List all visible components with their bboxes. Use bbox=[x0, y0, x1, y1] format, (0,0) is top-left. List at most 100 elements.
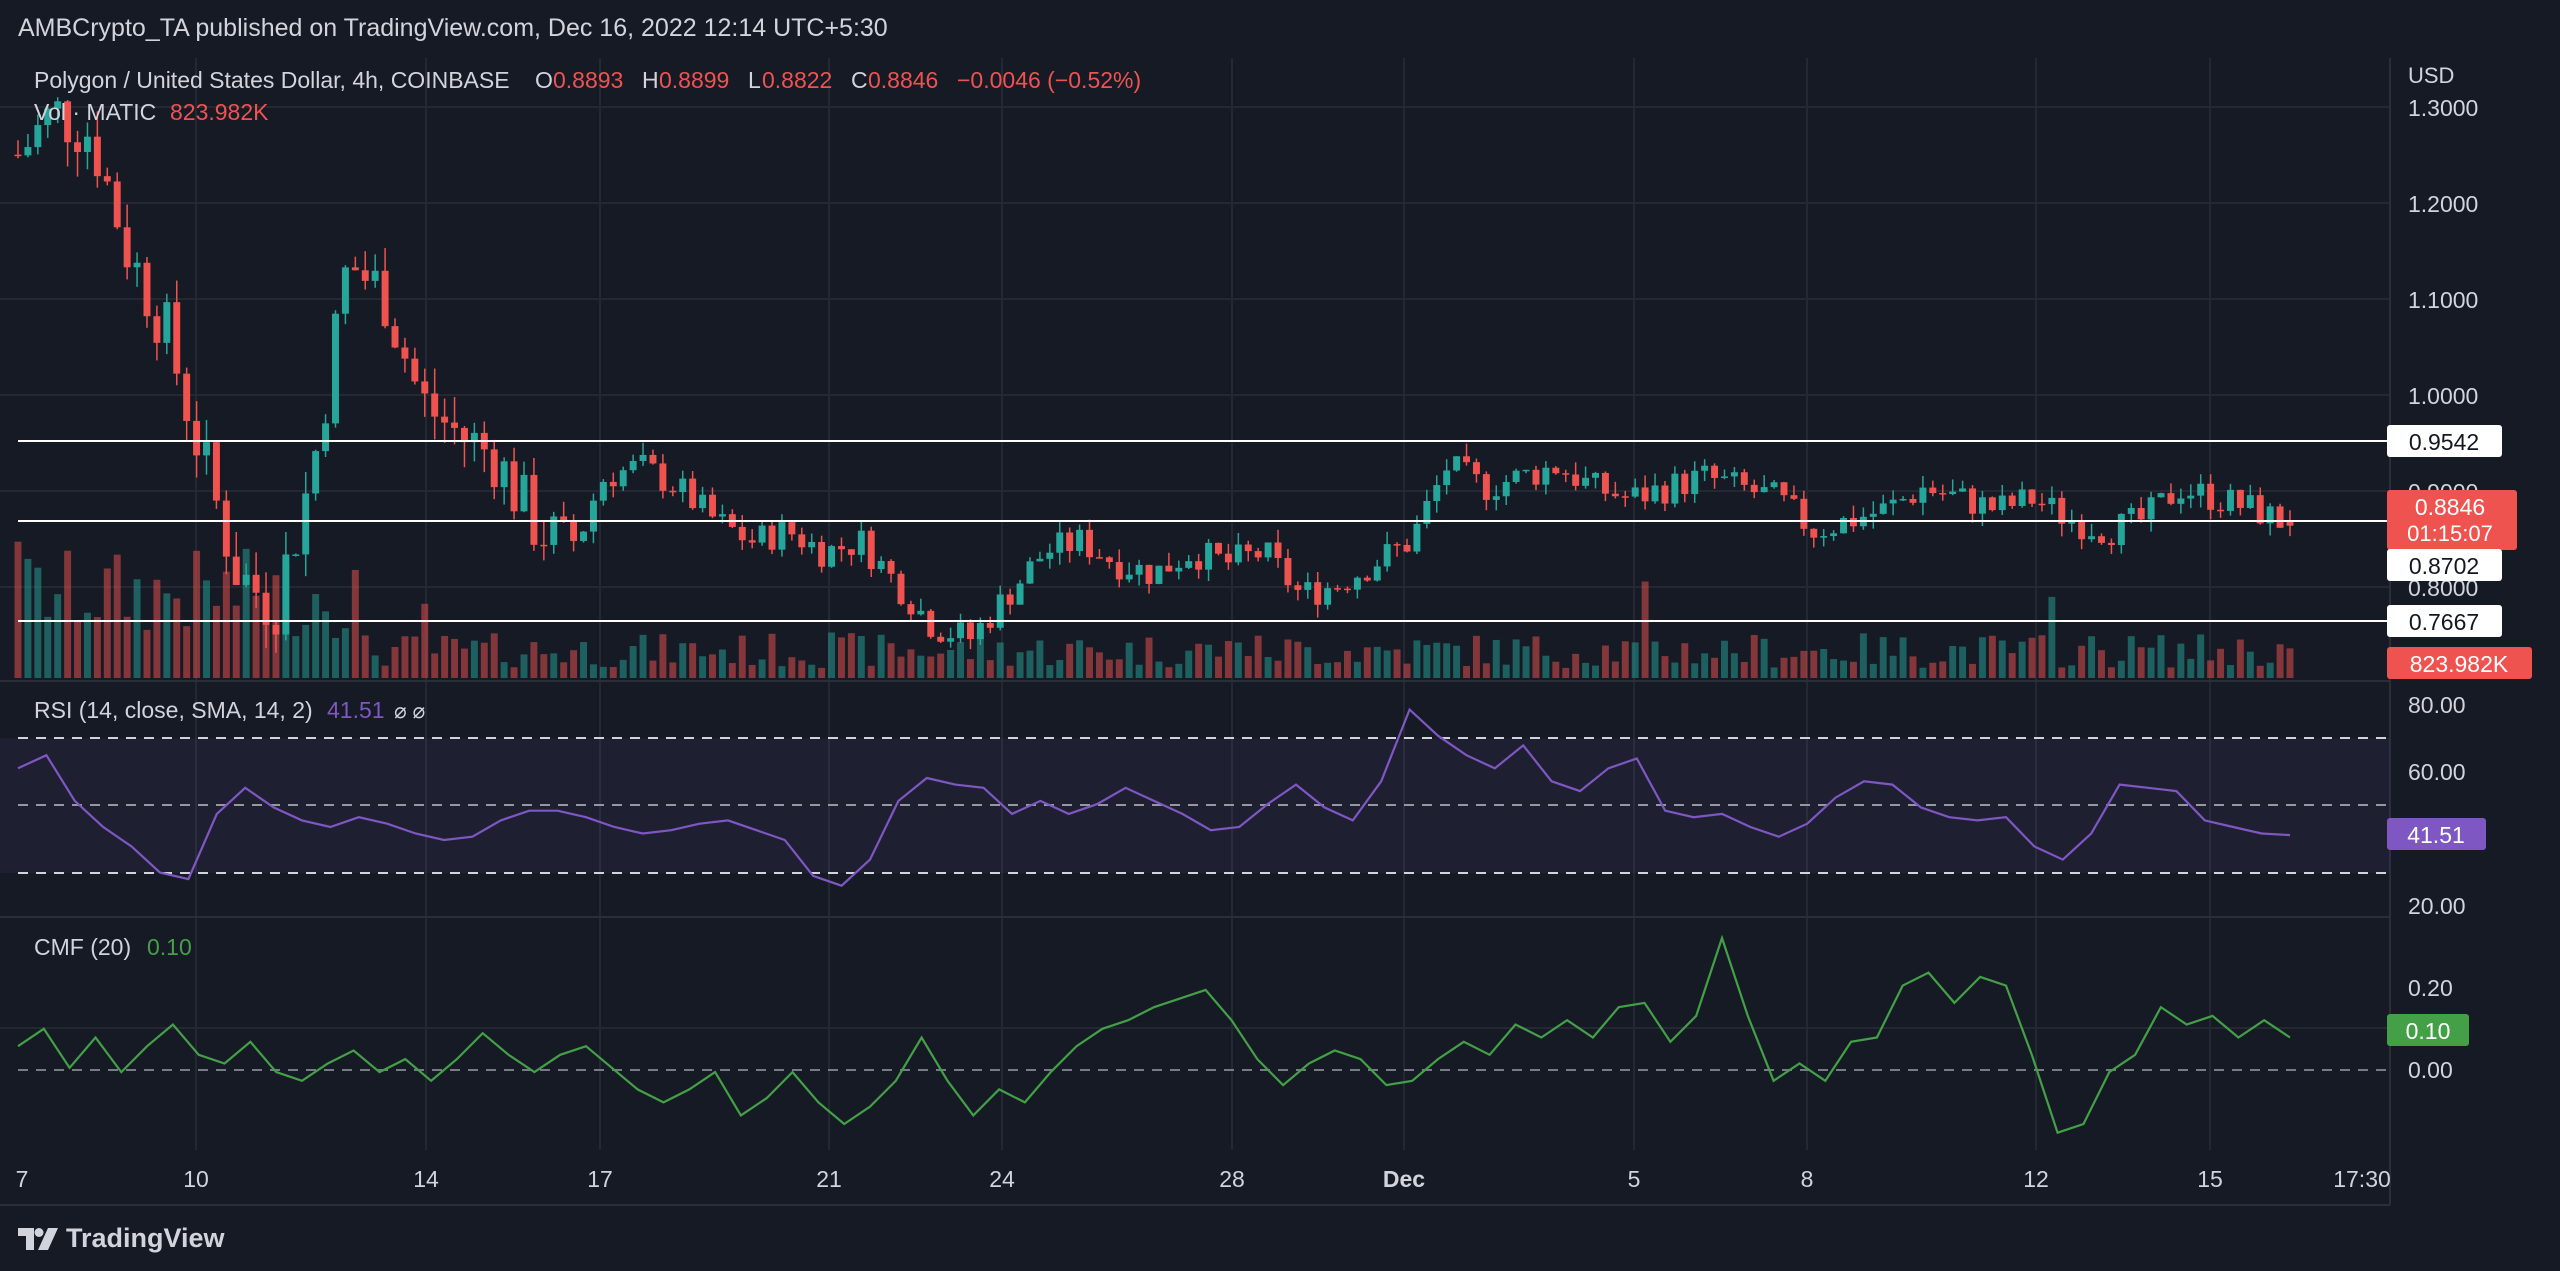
candle-body[interactable] bbox=[133, 262, 141, 268]
rsi-value-badge[interactable]: 41.51 bbox=[2387, 818, 2486, 850]
candle-body[interactable] bbox=[1909, 498, 1917, 503]
candle-body[interactable] bbox=[2217, 509, 2225, 512]
candle-body[interactable] bbox=[1740, 472, 1748, 485]
candle-body[interactable] bbox=[1224, 553, 1232, 563]
candle-body[interactable] bbox=[1611, 493, 1619, 497]
candle-body[interactable] bbox=[322, 423, 330, 452]
candle-body[interactable] bbox=[312, 451, 320, 494]
candle-body[interactable] bbox=[1086, 529, 1093, 558]
candle-body[interactable] bbox=[2256, 495, 2264, 524]
candle-body[interactable] bbox=[1443, 470, 1451, 486]
candle-body[interactable] bbox=[34, 125, 42, 148]
candle-body[interactable] bbox=[1304, 582, 1312, 590]
candle-body[interactable] bbox=[2246, 495, 2254, 508]
candle-body[interactable] bbox=[83, 136, 91, 153]
candle-body[interactable] bbox=[2276, 506, 2284, 528]
candle-body[interactable] bbox=[540, 544, 548, 547]
candle-body[interactable] bbox=[460, 427, 468, 443]
candle-body[interactable] bbox=[748, 540, 756, 543]
candle-body[interactable] bbox=[1274, 542, 1282, 559]
candle-body[interactable] bbox=[2098, 536, 2105, 543]
candle-body[interactable] bbox=[1066, 532, 1074, 551]
candle-body[interactable] bbox=[1145, 564, 1153, 584]
candle-body[interactable] bbox=[1393, 544, 1401, 546]
candle-body[interactable] bbox=[659, 463, 667, 491]
candle-body[interactable] bbox=[1155, 565, 1163, 584]
candle-body[interactable] bbox=[927, 610, 935, 637]
candle-body[interactable] bbox=[1760, 487, 1768, 493]
candle-body[interactable] bbox=[2048, 497, 2056, 505]
candle-body[interactable] bbox=[1343, 588, 1351, 591]
candle-body[interactable] bbox=[1879, 503, 1887, 514]
candle-body[interactable] bbox=[1651, 485, 1659, 502]
candle-body[interactable] bbox=[669, 490, 677, 493]
candle-body[interactable] bbox=[2028, 489, 2036, 504]
candle-body[interactable] bbox=[441, 416, 449, 423]
candle-body[interactable] bbox=[1939, 493, 1947, 495]
candle-body[interactable] bbox=[1105, 557, 1113, 563]
candle-body[interactable] bbox=[1978, 497, 1986, 514]
candle-body[interactable] bbox=[1959, 488, 1967, 492]
candle-body[interactable] bbox=[1006, 594, 1014, 605]
candle-body[interactable] bbox=[1522, 469, 1530, 472]
candle-body[interactable] bbox=[490, 449, 498, 488]
candle-body[interactable] bbox=[421, 381, 429, 394]
candle-body[interactable] bbox=[1949, 491, 1957, 495]
candle-body[interactable] bbox=[838, 546, 845, 550]
candle-body[interactable] bbox=[699, 494, 707, 509]
candle-body[interactable] bbox=[1641, 487, 1649, 502]
candle-body[interactable] bbox=[619, 470, 627, 487]
candle-body[interactable] bbox=[1165, 565, 1173, 572]
candle-body[interactable] bbox=[1810, 528, 1818, 538]
candle-body[interactable] bbox=[966, 622, 974, 640]
candle-body[interactable] bbox=[738, 526, 746, 541]
candle-body[interactable] bbox=[520, 474, 528, 512]
candle-body[interactable] bbox=[867, 530, 875, 570]
candle-body[interactable] bbox=[1780, 482, 1788, 496]
candle-body[interactable] bbox=[2078, 521, 2086, 540]
candle-body[interactable] bbox=[113, 181, 121, 228]
candle-body[interactable] bbox=[1294, 585, 1302, 590]
candle-body[interactable] bbox=[1095, 557, 1103, 559]
candle-body[interactable] bbox=[629, 460, 637, 471]
candle-body[interactable] bbox=[778, 522, 786, 550]
candle-body[interactable] bbox=[2008, 495, 2016, 506]
candle-body[interactable] bbox=[986, 623, 994, 628]
candle-body[interactable] bbox=[639, 454, 647, 461]
candle-body[interactable] bbox=[1820, 536, 1828, 538]
candle-body[interactable] bbox=[1582, 477, 1590, 486]
candle-body[interactable] bbox=[1562, 473, 1570, 475]
candle-body[interactable] bbox=[1463, 456, 1470, 463]
candle-body[interactable] bbox=[431, 393, 439, 417]
candle-body[interactable] bbox=[2197, 483, 2205, 496]
candle-body[interactable] bbox=[1929, 487, 1937, 494]
candle-body[interactable] bbox=[1195, 561, 1203, 570]
candle-body[interactable] bbox=[361, 270, 369, 281]
candle-body[interactable] bbox=[2018, 489, 2026, 506]
candle-body[interactable] bbox=[2187, 495, 2195, 499]
candle-body[interactable] bbox=[351, 267, 359, 271]
candle-body[interactable] bbox=[93, 136, 101, 177]
candle-body[interactable] bbox=[1036, 558, 1044, 562]
candle-body[interactable] bbox=[272, 624, 280, 635]
candle-body[interactable] bbox=[609, 481, 617, 487]
candle-body[interactable] bbox=[689, 478, 697, 509]
candle-body[interactable] bbox=[877, 560, 885, 570]
candle-body[interactable] bbox=[1403, 544, 1411, 552]
candle-body[interactable] bbox=[24, 147, 32, 156]
resistance-level-badge[interactable]: 0.9542 bbox=[2387, 425, 2502, 457]
candle-body[interactable] bbox=[1770, 482, 1778, 488]
candle-body[interactable] bbox=[1284, 558, 1292, 586]
candle-body[interactable] bbox=[907, 604, 915, 615]
candle-body[interactable] bbox=[292, 554, 300, 556]
candle-body[interactable] bbox=[1502, 482, 1510, 497]
candle-body[interactable] bbox=[1552, 467, 1560, 474]
candle-body[interactable] bbox=[1492, 496, 1500, 500]
candle-body[interactable] bbox=[1790, 495, 1798, 499]
candle-body[interactable] bbox=[2177, 498, 2185, 504]
candle-body[interactable] bbox=[1205, 542, 1213, 570]
candle-body[interactable] bbox=[1264, 542, 1272, 558]
candle-body[interactable] bbox=[381, 270, 389, 327]
candle-body[interactable] bbox=[808, 542, 816, 548]
candle-body[interactable] bbox=[1830, 533, 1838, 537]
